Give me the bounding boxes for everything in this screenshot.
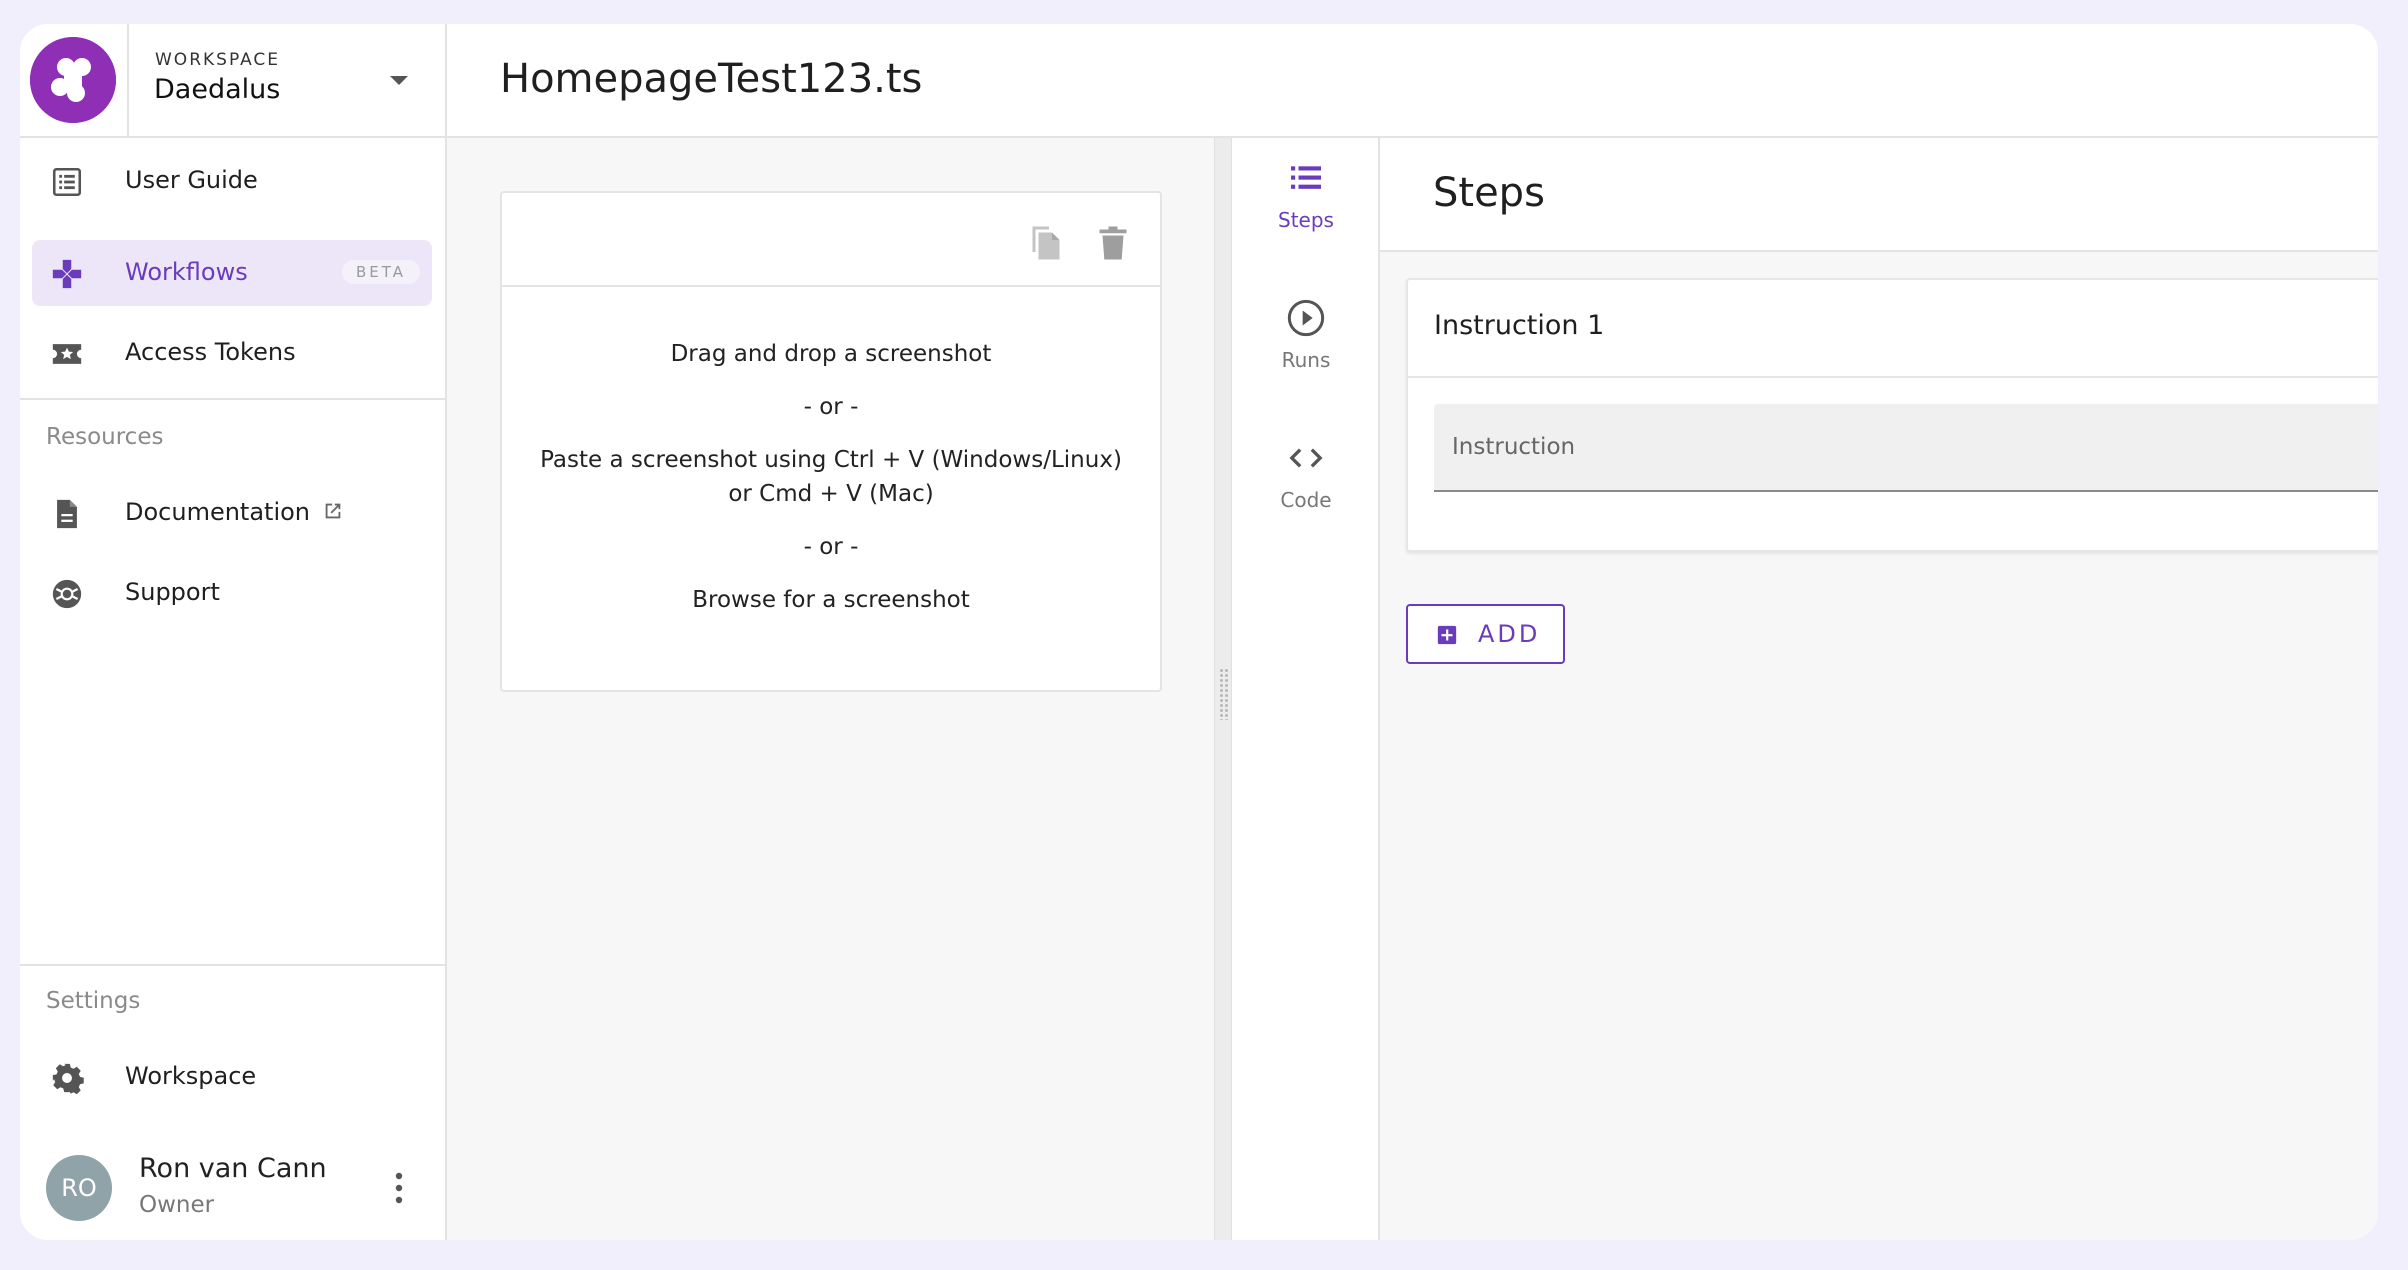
instruction-card: Instruction 1 Instruction (1406, 278, 2378, 552)
side-tabs: Steps Runs Code (1232, 138, 1380, 1240)
sidebar: WORKSPACE Daedalus User Guide Workflows … (20, 24, 447, 1240)
tab-code[interactable]: Code (1232, 418, 1380, 538)
divider (20, 964, 447, 966)
logo-icon (30, 37, 116, 123)
more-vert-icon[interactable] (393, 1171, 405, 1205)
header: HomepageTest123.ts (447, 24, 2378, 138)
steps-title: Steps (1433, 170, 1545, 216)
add-box-icon (1437, 625, 1457, 645)
steps-panel: Steps Instruction 1 Instruction ADD (1380, 138, 2378, 1240)
browse-screenshot-link[interactable]: Browse for a screenshot (502, 583, 1160, 617)
workspace-switcher[interactable]: WORKSPACE Daedalus (20, 24, 447, 138)
user-name: Ron van Cann (139, 1153, 327, 1184)
tab-steps[interactable]: Steps (1232, 138, 1380, 258)
code-icon (1289, 448, 1323, 468)
chevron-down-icon[interactable] (390, 76, 408, 85)
workspace-label: WORKSPACE (155, 50, 281, 70)
nav-item-documentation[interactable]: Documentation (32, 480, 432, 546)
add-step-button[interactable]: ADD (1406, 604, 1565, 664)
nav-item-workspace-settings[interactable]: Workspace (32, 1044, 432, 1110)
steps-list-icon (1291, 166, 1321, 189)
section-title-resources: Resources (46, 424, 164, 450)
nav-label-support: Support (125, 578, 220, 606)
beta-badge: BETA (341, 260, 420, 284)
dropzone-paste-text-2: or Cmd + V (Mac) (728, 481, 934, 507)
nav-label-workflows: Workflows (125, 258, 248, 286)
section-title-settings: Settings (46, 988, 141, 1014)
gear-icon (52, 1063, 84, 1095)
tab-steps-label: Steps (1278, 208, 1334, 232)
instruction-card-header: Instruction 1 (1408, 280, 2378, 378)
divider (20, 398, 447, 400)
nav-item-support[interactable]: Support (32, 560, 432, 626)
tab-runs[interactable]: Runs (1232, 278, 1380, 398)
workspace-divider (127, 24, 129, 138)
instruction-input[interactable]: Instruction (1434, 404, 2378, 492)
lifebuoy-icon (52, 579, 82, 609)
nav-item-user-guide[interactable]: User Guide (32, 148, 432, 214)
instruction-placeholder: Instruction (1452, 434, 1576, 460)
instruction-title: Instruction 1 (1434, 310, 1605, 341)
grip-icon (1219, 668, 1229, 720)
ticket-star-icon (52, 344, 82, 364)
user-role: Owner (139, 1192, 215, 1218)
tab-code-label: Code (1280, 488, 1332, 512)
nav-item-workflows[interactable]: Workflows BETA (32, 240, 432, 306)
nav-label-documentation: Documentation (125, 498, 311, 526)
nav-label-workspace: Workspace (125, 1062, 257, 1090)
steps-header: Steps (1380, 138, 2378, 252)
copy-icon[interactable] (1028, 223, 1064, 263)
external-link-icon (325, 503, 341, 519)
trash-icon[interactable] (1098, 225, 1128, 261)
document-icon (57, 499, 77, 529)
nav-item-access-tokens[interactable]: Access Tokens (32, 320, 432, 386)
gamepad-icon (52, 259, 82, 289)
app-window: WORKSPACE Daedalus User Guide Workflows … (20, 24, 2378, 1240)
card-toolbar (502, 193, 1160, 287)
tab-runs-label: Runs (1281, 348, 1331, 372)
dropzone-paste-text: Paste a screenshot using Ctrl + V (Windo… (540, 447, 1122, 473)
nav-label-user-guide: User Guide (125, 166, 258, 194)
dropzone-or: - or - (803, 534, 859, 560)
resize-handle[interactable] (1214, 138, 1232, 1240)
nav-label-access-tokens: Access Tokens (125, 338, 296, 366)
avatar[interactable]: RO (46, 1155, 112, 1221)
screenshot-dropzone[interactable]: Drag and drop a screenshot - or - Paste … (500, 191, 1162, 692)
add-step-label: ADD (1478, 620, 1541, 648)
workspace-name: Daedalus (154, 74, 281, 105)
page-title: HomepageTest123.ts (500, 56, 923, 102)
list-icon (52, 167, 82, 197)
dropzone-drag-text: Drag and drop a screenshot (670, 341, 992, 367)
dropzone-or: - or - (803, 394, 859, 420)
play-circle-icon (1287, 299, 1325, 337)
